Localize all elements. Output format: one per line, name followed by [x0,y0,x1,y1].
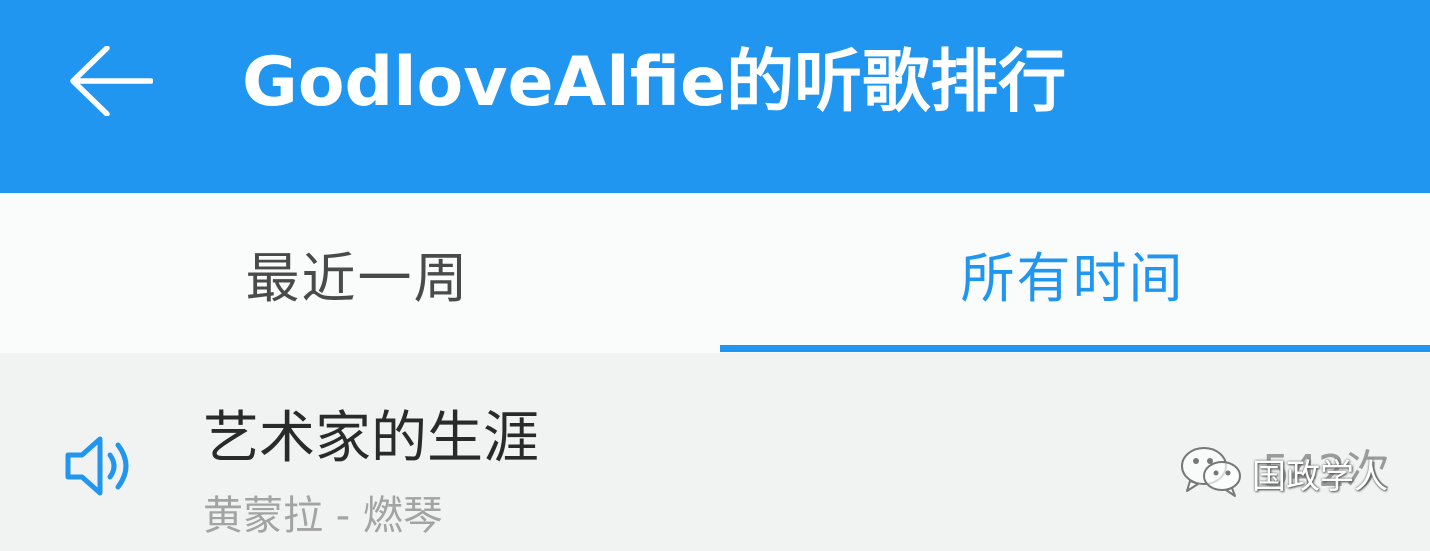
page-title: GodloveAlfie的听歌排行 [242,43,1067,122]
watermark: 国政学人 [1178,438,1388,508]
tab-all-time[interactable]: 所有时间 [715,193,1430,353]
tab-recent-week[interactable]: 最近一周 [0,193,715,353]
tab-label: 最近一周 [245,246,470,310]
watermark-text: 国政学人 [1252,456,1388,497]
tab-label: 所有时间 [960,246,1185,310]
song-artist-album: 黄蒙拉 - 燃琴 [203,493,443,539]
tab-bar: 最近一周 所有时间 [0,193,1430,353]
back-button[interactable] [60,38,160,128]
arrow-left-icon [67,45,154,120]
wechat-icon [1178,443,1244,503]
song-title: 艺术家的生涯 [203,406,539,471]
app-bar: GodloveAlfie的听歌排行 [0,0,1430,193]
speaker-playing-icon [60,431,140,501]
tab-selected-indicator [720,345,1430,352]
